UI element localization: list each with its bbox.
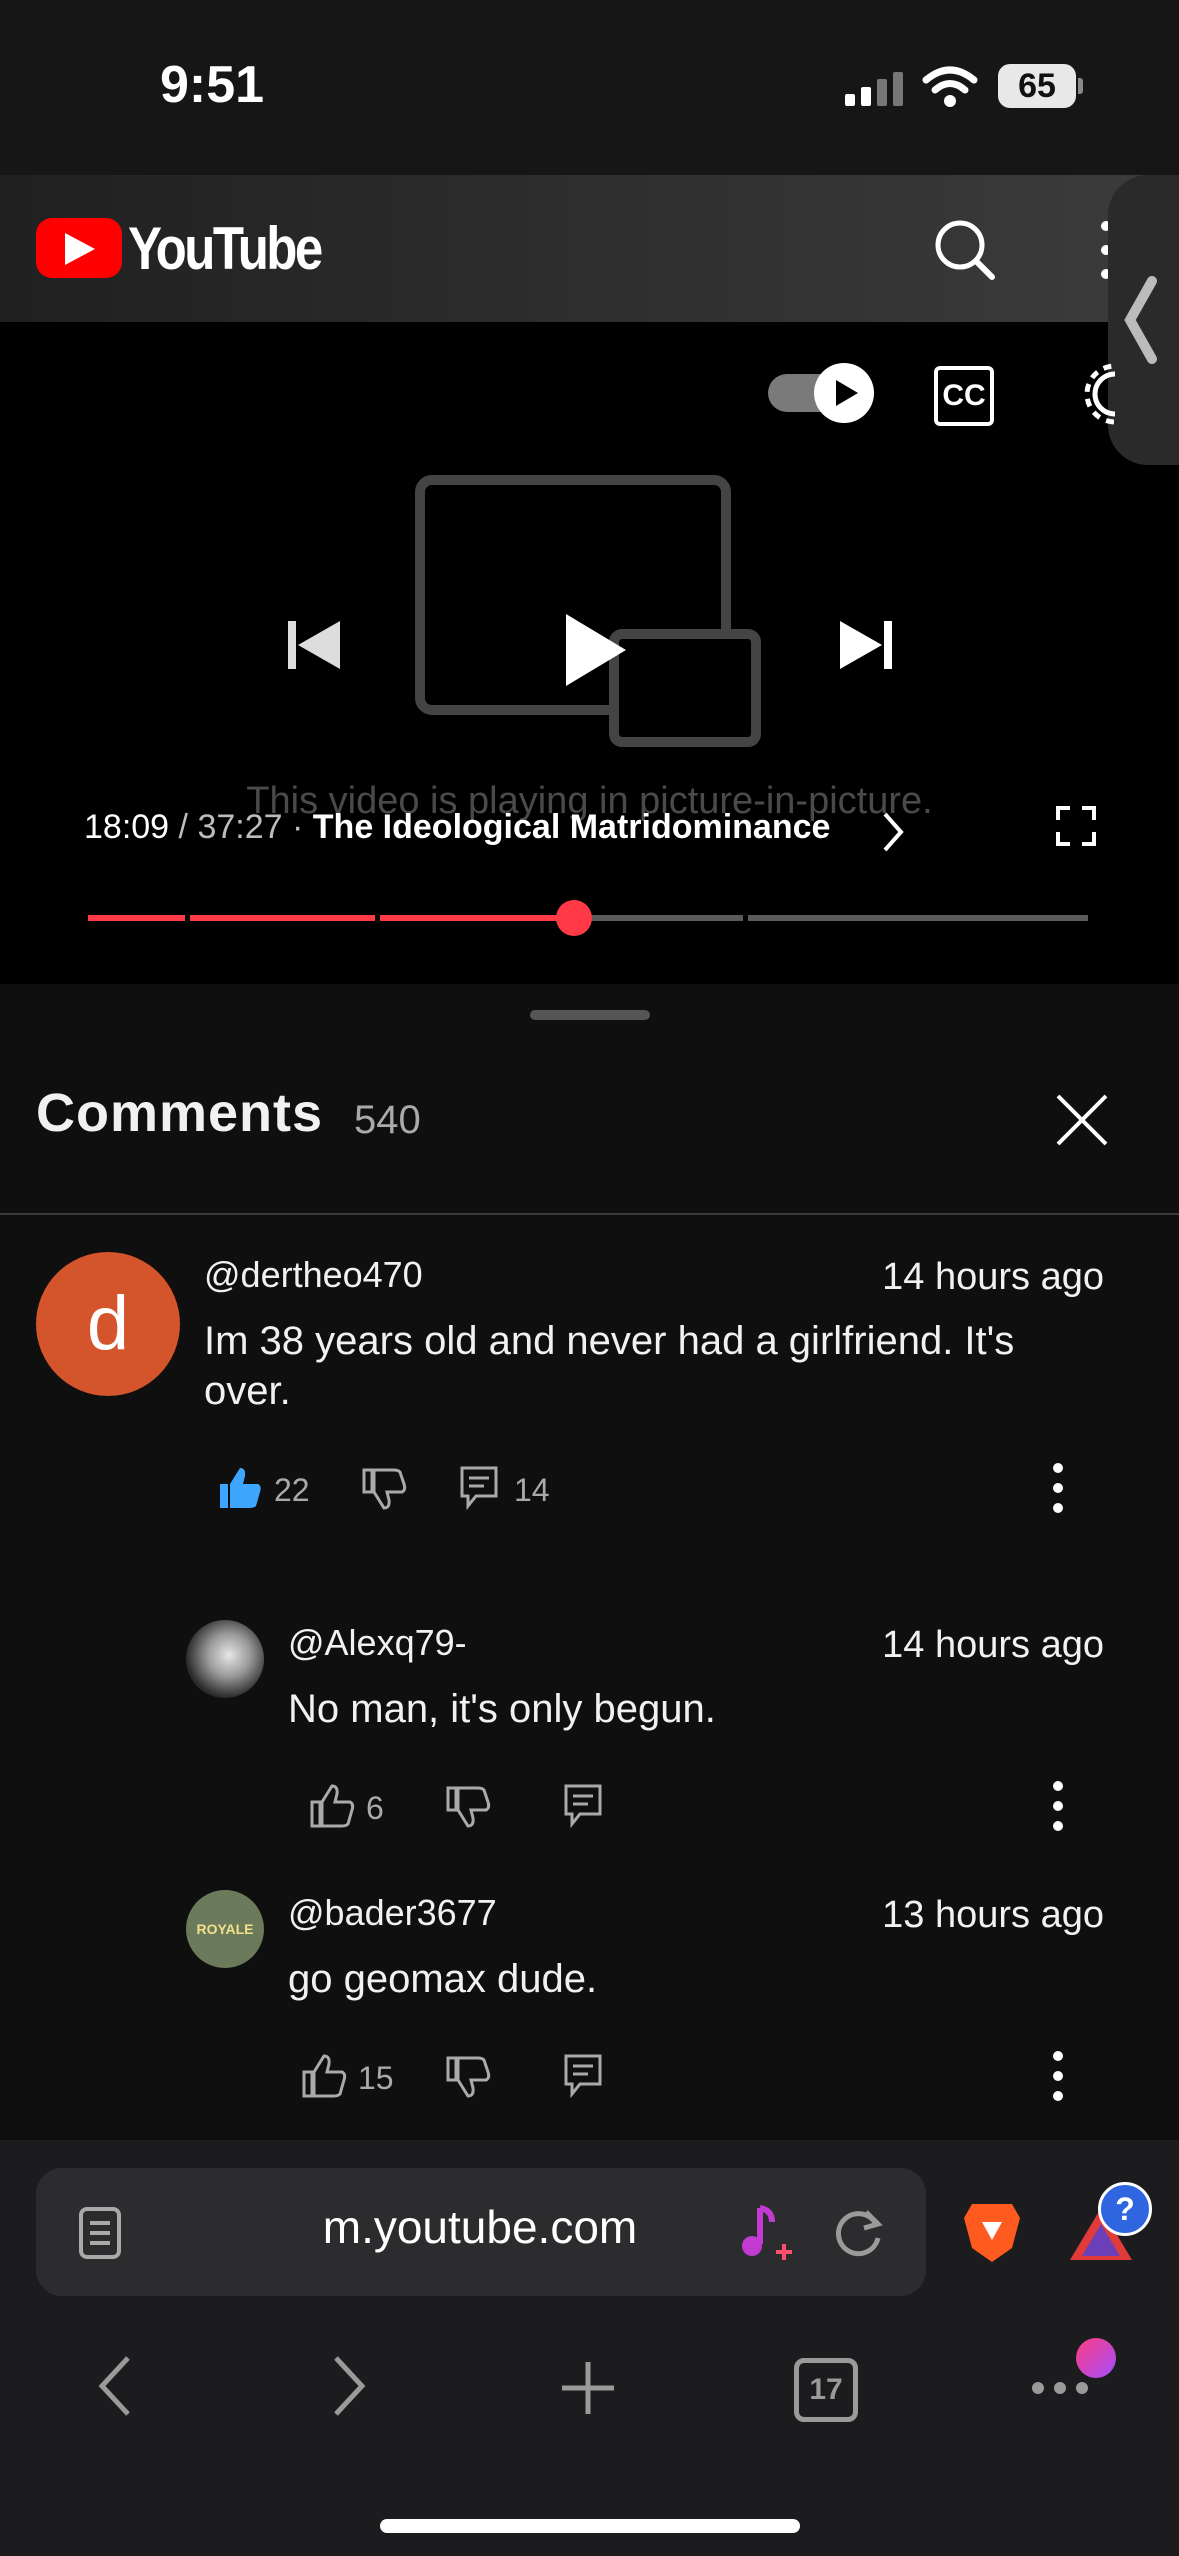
youtube-wordmark[interactable]: YouTube <box>128 214 323 283</box>
comments-title: Comments <box>36 1083 324 1143</box>
reply-icon[interactable] <box>560 2052 608 2100</box>
autoplay-toggle[interactable] <box>766 362 876 424</box>
sheet-drag-handle[interactable] <box>530 1010 650 1020</box>
like-count: 22 <box>274 1472 310 1508</box>
comment-time: 13 hours ago <box>882 1894 1104 1936</box>
chapter-marker <box>743 912 748 924</box>
sheet-divider <box>0 1213 1179 1215</box>
menu-icon[interactable] <box>1030 2374 1092 2402</box>
like-count: 6 <box>366 1790 384 1826</box>
next-icon[interactable] <box>836 615 896 675</box>
signal-icon <box>845 72 903 106</box>
reader-mode-icon[interactable] <box>78 2206 122 2260</box>
comment-handle[interactable]: @Alexq79- <box>288 1622 467 1664</box>
new-tab-icon[interactable] <box>560 2360 616 2416</box>
avatar[interactable] <box>186 1620 264 1698</box>
battery-tip <box>1078 78 1083 94</box>
like-icon[interactable] <box>308 1782 356 1830</box>
captions-button[interactable]: CC <box>934 366 994 426</box>
comment-time: 14 hours ago <box>882 1624 1104 1666</box>
more-vert-icon[interactable] <box>1050 2050 1066 2102</box>
comment-text: No man, it's only begun. <box>288 1687 716 1731</box>
home-indicator[interactable] <box>380 2519 800 2533</box>
chapter-marker <box>375 912 380 924</box>
reload-icon[interactable] <box>830 2204 886 2260</box>
reply-count: 14 <box>514 1472 550 1508</box>
comment-time: 14 hours ago <box>882 1256 1104 1298</box>
chevron-left-icon[interactable] <box>1120 275 1160 365</box>
brave-shield-icon[interactable] <box>962 2198 1022 2264</box>
more-vert-icon[interactable] <box>1050 1462 1066 1514</box>
dislike-icon[interactable] <box>360 1464 408 1512</box>
dislike-icon[interactable] <box>444 1782 492 1830</box>
player-time-row: 18:09 / 37:27 · The Ideological Matridom… <box>84 808 830 847</box>
chapter-marker <box>185 912 190 924</box>
settings-gear-icon[interactable] <box>1075 362 1115 426</box>
chevron-right-icon[interactable] <box>880 810 906 854</box>
fullscreen-icon[interactable] <box>1056 806 1096 846</box>
progress-thumb[interactable] <box>556 900 592 936</box>
battery-indicator: 65 <box>998 64 1076 108</box>
youtube-logo-play-icon <box>65 233 95 265</box>
back-icon[interactable] <box>94 2354 134 2418</box>
play-icon[interactable] <box>560 610 630 690</box>
duration: 37:27 <box>197 808 283 846</box>
status-clock: 9:51 <box>160 56 265 114</box>
comment-handle[interactable]: @bader3677 <box>288 1892 497 1934</box>
progress-fill <box>88 915 573 921</box>
like-count: 15 <box>358 2060 394 2096</box>
time-separator: / <box>178 808 188 846</box>
current-time: 18:09 <box>84 808 170 846</box>
comments-count: 540 <box>354 1098 421 1142</box>
forward-icon[interactable] <box>330 2354 370 2418</box>
url-text[interactable]: m.youtube.com <box>200 2200 760 2254</box>
search-icon[interactable] <box>930 215 1000 285</box>
like-icon[interactable] <box>216 1464 264 1512</box>
dot-separator: · <box>292 808 304 846</box>
previous-icon[interactable] <box>284 615 344 675</box>
comment-handle[interactable]: @dertheo470 <box>204 1254 423 1296</box>
reply-icon[interactable] <box>560 1782 608 1830</box>
close-icon[interactable] <box>1050 1088 1114 1152</box>
avatar[interactable]: ROYALE <box>186 1890 264 1968</box>
more-vert-icon[interactable] <box>1050 1780 1066 1832</box>
comment-text-line2: over. <box>204 1369 291 1413</box>
chapter-title[interactable]: The Ideological Matridominance <box>313 808 831 846</box>
reply-icon[interactable] <box>456 1464 504 1512</box>
dislike-icon[interactable] <box>444 2052 492 2100</box>
like-icon[interactable] <box>300 2052 348 2100</box>
avatar[interactable]: d <box>36 1252 180 1396</box>
wifi-icon <box>922 66 978 107</box>
comment-text-line1: Im 38 years old and never had a girlfrie… <box>204 1319 1015 1363</box>
help-badge-icon[interactable]: ? <box>1098 2182 1152 2236</box>
tabs-button[interactable]: 17 <box>794 2358 858 2422</box>
notification-badge-icon <box>1076 2338 1116 2378</box>
music-add-icon[interactable] <box>738 2202 794 2264</box>
comment-text: go geomax dude. <box>288 1957 598 2001</box>
